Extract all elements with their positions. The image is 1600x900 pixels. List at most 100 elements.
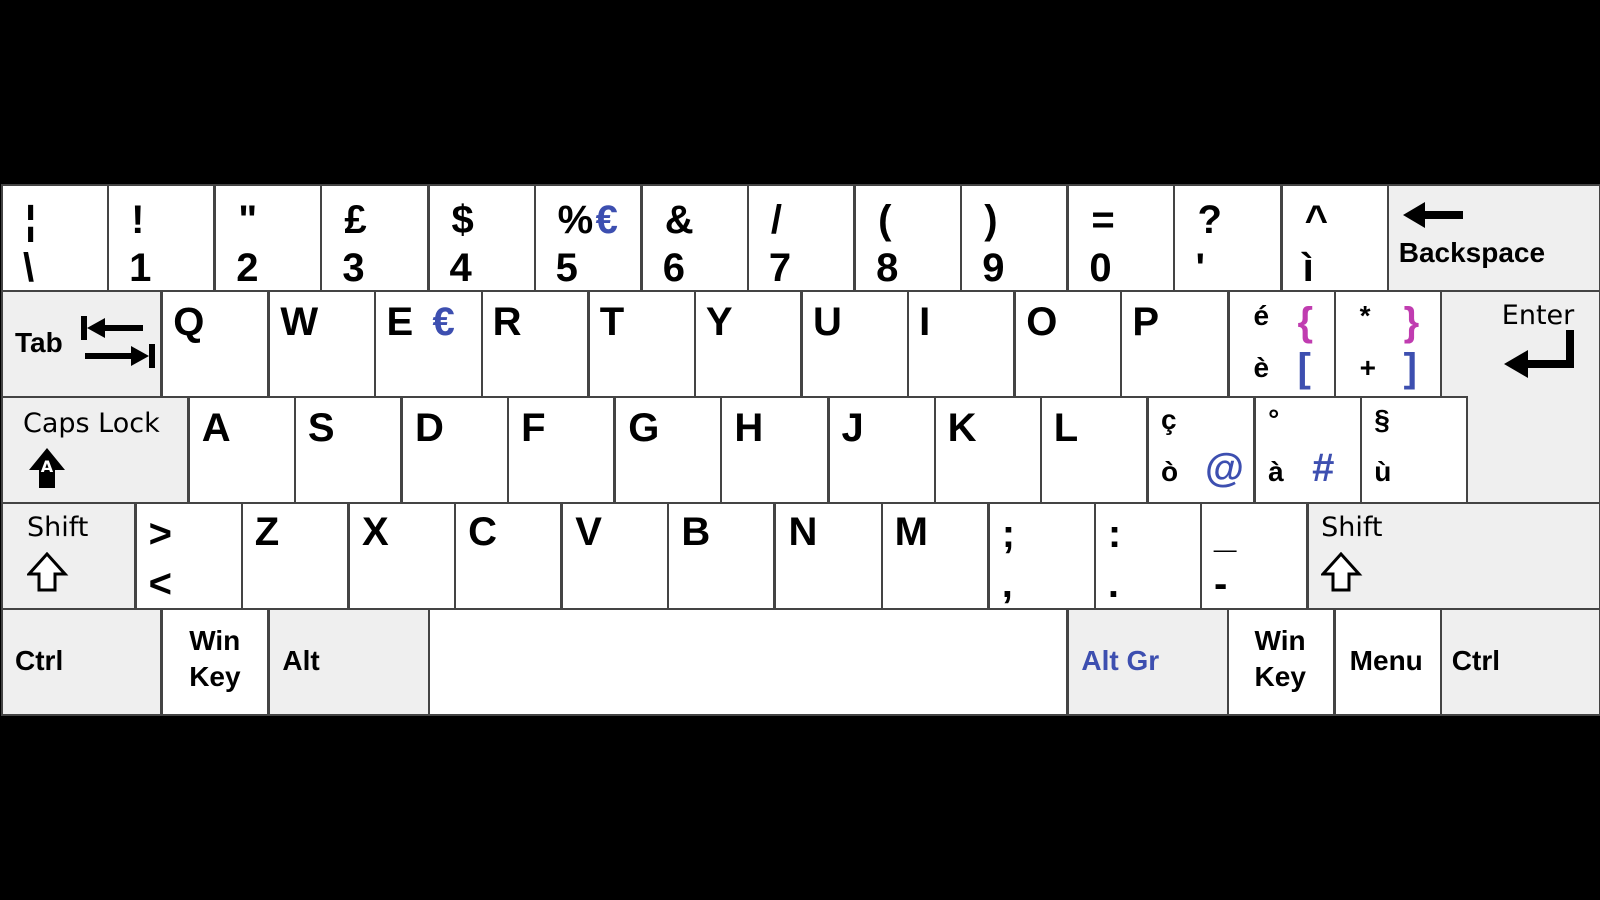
key-_[interactable]: _ - — [1200, 502, 1309, 610]
key-M[interactable]: M — [880, 502, 989, 610]
shift-arrow-icon — [27, 552, 69, 592]
key-glyph: P — [1132, 300, 1160, 344]
key-U[interactable]: U — [801, 290, 910, 398]
keyboard-layout: ¦ \! 1 " 2 £3 $4% 5 € & 6/7(8) 9 = 0? ' ^ ì Backspace Tab Q… — [1, 184, 1600, 716]
key-B[interactable]: B — [667, 502, 776, 610]
key-K[interactable]: K — [933, 396, 1042, 504]
key-F[interactable]: F — [507, 396, 616, 504]
key-G[interactable]: G — [614, 396, 723, 504]
key-:[interactable]: :. — [1093, 502, 1203, 610]
key-V[interactable]: V — [561, 502, 670, 610]
key-glyph: Y — [705, 300, 733, 344]
key-altgr-glyph: [ — [1297, 346, 1311, 390]
key-H[interactable]: H — [720, 396, 829, 504]
alt-gr-key[interactable]: Alt Gr — [1067, 608, 1229, 716]
left-ctrl-key[interactable]: Ctrl — [1, 608, 163, 716]
key-shift-glyph: ( — [878, 198, 892, 242]
key-L[interactable]: L — [1039, 396, 1148, 504]
key-base-glyph: 9 — [982, 246, 1005, 290]
key->[interactable]: > < — [134, 502, 243, 610]
key-glyph: T — [599, 300, 625, 344]
left-arrow-icon — [1402, 202, 1463, 228]
key-glyph: L — [1053, 406, 1079, 450]
key-8[interactable]: (8 — [854, 184, 963, 292]
left-win-key[interactable]: Win Key — [161, 608, 270, 716]
right-shift-key[interactable]: Shift — [1307, 502, 1600, 610]
key-A[interactable]: A — [187, 396, 296, 504]
key-2[interactable]: " 2 — [214, 184, 323, 292]
key-7[interactable]: /7 — [746, 184, 856, 292]
key-C[interactable]: C — [454, 502, 563, 610]
key-base-glyph: 1 — [129, 246, 152, 290]
key-shift-glyph: ) — [984, 198, 998, 242]
right-ctrl-key[interactable]: Ctrl — [1439, 608, 1600, 716]
key-S[interactable]: S — [293, 396, 403, 504]
backspace-key[interactable]: Backspace — [1386, 184, 1600, 292]
key-base-glyph: 4 — [449, 246, 472, 290]
key-base-glyph: ì — [1302, 246, 1314, 290]
key-N[interactable]: N — [774, 502, 883, 610]
key-glyph: G — [628, 406, 660, 450]
key-base-glyph: è — [1253, 352, 1270, 383]
key-altgr-glyph: € — [432, 300, 455, 344]
key-9[interactable]: ) 9 — [960, 184, 1069, 292]
key-4[interactable]: $4 — [427, 184, 536, 292]
key-glyph: B — [681, 510, 711, 554]
key-base-glyph: - — [1214, 562, 1228, 606]
key-shift-glyph: _ — [1214, 512, 1237, 556]
key-O[interactable]: O — [1014, 290, 1123, 398]
key-glyph: J — [841, 406, 864, 450]
key-I[interactable]: I — [907, 290, 1016, 398]
key-shift-glyph: > — [148, 512, 173, 556]
key-T[interactable]: T — [587, 290, 696, 398]
key-base-glyph: < — [148, 562, 173, 606]
key-base-glyph: 5 — [555, 246, 578, 290]
key-D[interactable]: D — [401, 396, 510, 504]
key-*[interactable]: * +}] — [1333, 290, 1442, 398]
key-glyph: R — [492, 300, 522, 344]
key-J[interactable]: J — [827, 396, 936, 504]
key-base-glyph: , — [1001, 562, 1013, 606]
key-§[interactable]: § ù — [1360, 396, 1469, 504]
backspace-label: Backspace — [1398, 237, 1546, 268]
key-Y[interactable]: Y — [693, 290, 803, 398]
key-glyph: X — [361, 510, 389, 554]
key-X[interactable]: X — [347, 502, 457, 610]
win-label-1: Win — [189, 625, 241, 656]
key-base-glyph: à — [1268, 456, 1284, 487]
key-3[interactable]: £3 — [320, 184, 429, 292]
key-ì[interactable]: ^ ì — [1280, 184, 1389, 292]
key-Z[interactable]: Z — [240, 502, 349, 610]
key-E[interactable]: E € — [374, 290, 483, 398]
key-6[interactable]: & 6 — [640, 184, 749, 292]
key-glyph: O — [1026, 300, 1058, 344]
key-\[interactable]: ¦ \ — [1, 184, 110, 292]
menu-key[interactable]: Menu — [1333, 608, 1442, 716]
key-°[interactable]: ° à # — [1254, 396, 1363, 504]
space-bar[interactable] — [427, 608, 1069, 716]
tab-key[interactable]: Tab — [1, 290, 163, 398]
key-é[interactable]: é è {[ — [1227, 290, 1336, 398]
caps-lock-label: Caps Lock — [23, 408, 160, 439]
key-shift-glyph: § — [1374, 404, 1390, 435]
key-glyph: E — [386, 300, 414, 344]
tab-label: Tab — [15, 327, 63, 358]
key-1[interactable]: ! 1 — [107, 184, 216, 292]
key-0[interactable]: = 0 — [1067, 184, 1176, 292]
key-'[interactable]: ? ' — [1173, 184, 1282, 292]
right-win-key[interactable]: Win Key — [1226, 608, 1335, 716]
menu-label: Menu — [1349, 645, 1423, 676]
key-Q[interactable]: Q — [161, 290, 270, 398]
key-5[interactable]: % 5 € — [533, 184, 642, 292]
left-shift-key[interactable]: Shift — [1, 502, 136, 610]
key-base-glyph: 0 — [1089, 246, 1112, 290]
alt-key[interactable]: Alt — [268, 608, 430, 716]
caps-lock-key[interactable]: Caps Lock A — [1, 396, 189, 504]
key-;[interactable]: ;, — [987, 502, 1096, 610]
key-ç[interactable]: ç ò @ — [1146, 396, 1256, 504]
key-R[interactable]: R — [480, 290, 589, 398]
key-glyph: C — [468, 510, 497, 554]
key-W[interactable]: W — [268, 290, 377, 398]
win-label-1: Win — [1254, 625, 1306, 656]
key-P[interactable]: P — [1120, 290, 1229, 398]
